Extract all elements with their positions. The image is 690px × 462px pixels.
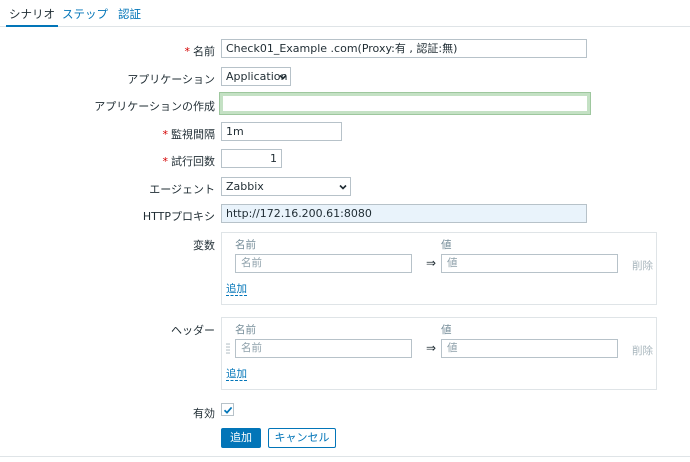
- header-remove-button[interactable]: 削除: [632, 343, 653, 358]
- enabled-checkbox[interactable]: [221, 403, 234, 416]
- variable-value-input[interactable]: 値: [441, 254, 618, 273]
- header-name-input[interactable]: 名前: [235, 339, 412, 358]
- arrow-right-icon: ⇒: [426, 341, 437, 355]
- header-value-input[interactable]: 値: [441, 339, 618, 358]
- variables-table: 名前 値 名前 ⇒ 値 削除 追加: [221, 232, 657, 305]
- attempts-input[interactable]: 1: [221, 149, 282, 168]
- tab-steps[interactable]: ステップ: [62, 7, 108, 27]
- enabled-label: 有効: [193, 407, 215, 420]
- variables-col-name: 名前: [235, 239, 256, 251]
- variable-name-input[interactable]: 名前: [235, 254, 412, 273]
- drag-handle-icon[interactable]: [226, 342, 230, 356]
- http-proxy-input[interactable]: http://172.16.200.61:8080: [221, 204, 587, 223]
- headers-col-value: 値: [441, 324, 452, 336]
- header-add-link[interactable]: 追加: [226, 368, 247, 381]
- interval-label: * 監視間隔: [162, 128, 216, 141]
- required-mark: *: [184, 45, 191, 58]
- divider: [0, 456, 690, 457]
- name-label: * 名前: [184, 45, 216, 58]
- headers-col-name: 名前: [235, 324, 256, 336]
- cancel-button[interactable]: キャンセル: [268, 428, 336, 448]
- new-application-input[interactable]: [219, 92, 591, 115]
- http-proxy-label: HTTPプロキシ: [142, 210, 215, 223]
- variable-remove-button[interactable]: 削除: [632, 258, 653, 273]
- headers-table: 名前 値 名前 ⇒ 値 削除 追加: [221, 317, 657, 390]
- agent-label: エージェント: [149, 183, 215, 196]
- variable-add-link[interactable]: 追加: [226, 283, 247, 296]
- application-label: アプリケーション: [127, 73, 215, 86]
- agent-select-value: Zabbix: [226, 180, 264, 193]
- add-button[interactable]: 追加: [221, 428, 261, 448]
- chevron-down-icon: [279, 74, 287, 80]
- agent-select[interactable]: Zabbix: [221, 177, 351, 196]
- variables-label: 変数: [193, 239, 215, 252]
- chevron-down-icon: [339, 184, 347, 190]
- interval-input[interactable]: 1m: [221, 122, 342, 141]
- checkmark-icon: [223, 406, 233, 414]
- attempts-label: * 試行回数: [162, 155, 216, 168]
- tab-scenario[interactable]: シナリオ: [6, 7, 58, 27]
- tab-bar: シナリオ ステップ 認証: [0, 0, 690, 27]
- arrow-right-icon: ⇒: [426, 256, 437, 270]
- application-select[interactable]: Application: [221, 67, 291, 86]
- headers-label: ヘッダー: [171, 324, 215, 337]
- name-input[interactable]: Check01_Example .com(Proxy:有 , 認証:無): [221, 39, 587, 58]
- tab-authentication[interactable]: 認証: [118, 7, 141, 27]
- variables-col-value: 値: [441, 239, 452, 251]
- new-application-label: アプリケーションの作成: [94, 100, 215, 113]
